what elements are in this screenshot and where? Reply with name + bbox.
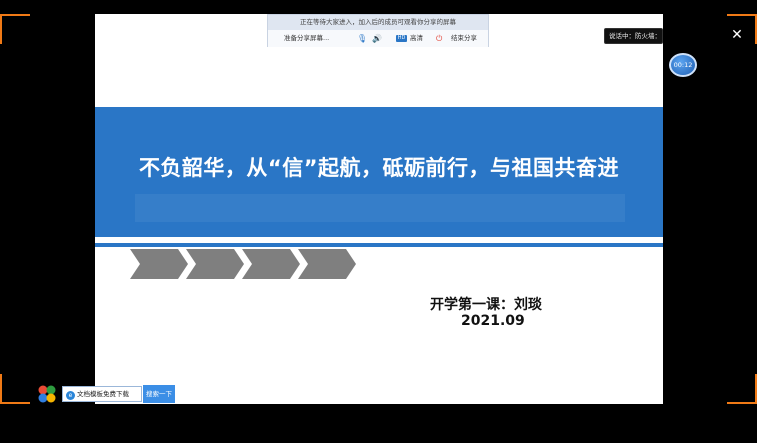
chevron-arrows (130, 249, 356, 279)
speaking-indicator: 说话中：防火墙： (604, 28, 663, 44)
corner-bracket-bottom-right (727, 374, 757, 404)
360-pinwheel-icon[interactable] (38, 385, 56, 403)
chevron-arrow (186, 249, 244, 279)
chevron-arrow (242, 249, 300, 279)
divider-line (95, 243, 663, 247)
title-reflection (135, 194, 625, 222)
presentation-slide: 不负韶华，从“信”起航，砥砺前行，与祖国共奋进 开学第一课：刘琰 2021.09 (95, 14, 663, 404)
hd-badge-icon[interactable]: HD (396, 35, 407, 42)
power-icon[interactable]: ⏻ (436, 30, 442, 47)
screen-share-panel: 正在等待大家进入，加入后的成员可观看你分享的屏幕 准备分享屏幕... 🎙 🔊 H… (267, 14, 489, 47)
date-label: 2021.09 (461, 313, 525, 329)
close-icon[interactable]: ✕ (729, 27, 745, 43)
share-toolbar: 准备分享屏幕... 🎙 🔊 HD 高清 ⏻ 结束分享 (268, 30, 488, 47)
chevron-arrow (130, 249, 188, 279)
share-status-message: 正在等待大家进入，加入后的成员可观看你分享的屏幕 (268, 15, 488, 30)
course-label: 开学第一课：刘琰 (430, 297, 542, 313)
microphone-icon[interactable]: 🎙 (357, 30, 367, 47)
speaker-icon[interactable]: 🔊 (372, 30, 382, 47)
search-input[interactable]: e 文档模板免费下载 (62, 386, 142, 402)
share-quality-label: 准备分享屏幕... (284, 34, 330, 42)
call-timer[interactable]: 00:12 (669, 53, 697, 77)
corner-bracket-bottom-left (0, 374, 30, 404)
slide-title: 不负韶华，从“信”起航，砥砺前行，与祖国共奋进 (138, 156, 620, 180)
ie-browser-icon: e (66, 391, 75, 400)
search-query: 文档模板免费下载 (77, 390, 129, 398)
search-button[interactable]: 搜索一下 (143, 385, 175, 403)
stop-sharing-button[interactable]: 结束分享 (451, 30, 477, 47)
chevron-arrow (298, 249, 356, 279)
hd-quality-button[interactable]: 高清 (410, 30, 423, 47)
corner-bracket-top-left (0, 14, 30, 44)
